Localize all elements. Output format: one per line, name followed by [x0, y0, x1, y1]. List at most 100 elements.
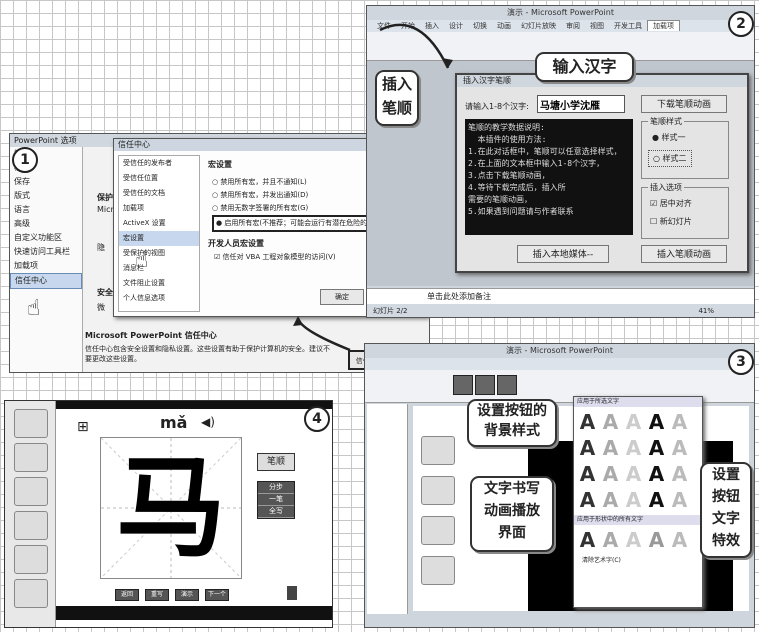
trust-nav-item[interactable]: 受保护的视图 [119, 246, 199, 261]
slide-button-3[interactable] [421, 516, 455, 545]
wordart-style-item[interactable]: A [600, 436, 621, 460]
ribbon-tab[interactable]: 切换 [468, 20, 492, 32]
trust-nav-item[interactable]: 个人信息选项 [119, 291, 199, 306]
trust-nav-item[interactable]: 宏设置 [119, 231, 199, 246]
ribbon-tab[interactable]: 审阅 [561, 20, 585, 32]
slide-button-2[interactable] [421, 476, 455, 505]
options-sidebar-item[interactable]: 保存 [10, 175, 82, 189]
trust-nav-item[interactable]: ActiveX 设置 [119, 216, 199, 231]
wordart-style-item[interactable]: A [577, 488, 598, 512]
ribbon-tab[interactable]: 加载项 [647, 20, 680, 31]
wordart-style-item[interactable]: A [646, 462, 667, 486]
label-protect: 保护 [97, 193, 113, 202]
wordart-style-item[interactable]: A [600, 410, 621, 434]
slide-count: 幻灯片 2/2 [373, 307, 408, 315]
wordart-style-item[interactable]: A [577, 528, 598, 552]
wordart-style-item[interactable]: A [577, 462, 598, 486]
wordart-style-item[interactable]: A [669, 462, 690, 486]
options-sidebar-item[interactable]: 快速访问工具栏 [10, 245, 82, 259]
anim-side-button-5[interactable] [14, 545, 48, 574]
speaker-icon[interactable]: ◀) [201, 415, 215, 429]
shape-style-1[interactable] [453, 375, 473, 395]
bottom-control-button[interactable]: 重写 [145, 589, 169, 601]
style2-radio[interactable]: ○ 样式二 [648, 150, 692, 167]
slide-button-1[interactable] [421, 436, 455, 465]
footer-title: Microsoft PowerPoint 信任中心 [85, 331, 217, 340]
hanzi-input[interactable] [537, 95, 625, 113]
wordart-style-item[interactable]: A [646, 488, 667, 512]
panel-button-style: 演示 - Microsoft PowerPoint 应用于所选文字 A A A A AA… [364, 343, 755, 628]
ribbon-tabs-3 [365, 358, 754, 370]
options-sidebar-item[interactable]: 自定义功能区 [10, 231, 82, 245]
wordart-style-item[interactable]: A [669, 410, 690, 434]
wordart-style-item[interactable]: A [600, 488, 621, 512]
options-sidebar: 常规校对保存版式语言高级自定义功能区快速访问工具栏加载项信任中心 [10, 147, 83, 372]
options-sidebar-item[interactable]: 语言 [10, 203, 82, 217]
wordart-style-item[interactable]: A [623, 410, 644, 434]
shape-style-2[interactable] [475, 375, 495, 395]
wordart-style-item[interactable]: A [646, 410, 667, 434]
notes-pane[interactable]: 单击此处添加备注 [367, 288, 754, 305]
wordart-style-item[interactable]: A [577, 410, 598, 434]
step-badge-4: 4 [304, 406, 330, 432]
wordart-style-item[interactable]: A [646, 528, 667, 552]
insert-stroke-anim-button[interactable]: 插入笔顺动画 [641, 245, 727, 263]
anim-side-button-1[interactable] [14, 409, 48, 438]
ribbon-tab[interactable]: 动画 [492, 20, 516, 32]
wordart-style-item[interactable]: A [623, 462, 644, 486]
wordart-style-item[interactable]: A [669, 528, 690, 552]
slide-thumbs [367, 404, 408, 614]
anim-side-button-2[interactable] [14, 443, 48, 472]
shape-style-3[interactable] [497, 375, 517, 395]
bottom-control-button[interactable]: 返回 [115, 589, 139, 601]
radio-label: 禁用所有宏，并且不通知(L) [220, 178, 307, 186]
bottom-control-button[interactable]: 演示 [175, 589, 199, 601]
wordart-style-item[interactable]: A [600, 528, 621, 552]
ribbon-tabs: 文件 开始 插入 设计 切换 动画 幻灯片放映 审阅 视图 开发工具 加载项 [367, 20, 754, 32]
ok-button[interactable]: 确定 [320, 289, 364, 305]
options-sidebar-item[interactable]: 信任中心 [10, 273, 82, 289]
mode-button[interactable]: 全写 [258, 506, 294, 518]
trust-nav-item[interactable]: 文件阻止设置 [119, 276, 199, 291]
wordart-style-item[interactable]: A [623, 436, 644, 460]
anim-side-button-3[interactable] [14, 477, 48, 506]
ribbon-tab[interactable]: 开发工具 [609, 20, 647, 32]
ribbon-tab[interactable]: 插入 [420, 20, 444, 32]
slide-button-4[interactable] [421, 556, 455, 585]
trash-icon[interactable] [287, 586, 297, 600]
ribbon-tab[interactable]: 文件 [372, 20, 396, 32]
options-sidebar-item[interactable]: 加载项 [10, 259, 82, 273]
wordart-style-item[interactable]: A [623, 488, 644, 512]
wordart-style-item[interactable]: A [669, 488, 690, 512]
mode-button[interactable]: 一笔 [258, 494, 294, 506]
ribbon-tab[interactable]: 设计 [444, 20, 468, 32]
bottom-control-button[interactable]: 下一个 [205, 589, 229, 601]
wordart-style-item[interactable]: A [669, 436, 690, 460]
vba-checkbox-label: 信任对 VBA 工程对象模型的访问(V) [222, 253, 336, 261]
ribbon-tab[interactable]: 视图 [585, 20, 609, 32]
ribbon-tab[interactable]: 幻灯片放映 [516, 20, 561, 32]
anim-side-button-6[interactable] [14, 579, 48, 608]
trust-nav-item[interactable]: 受信任的文档 [119, 186, 199, 201]
app-title-3: 演示 - Microsoft PowerPoint [365, 344, 754, 359]
style1-radio[interactable]: ● 样式一 [652, 132, 686, 143]
trust-nav-item[interactable]: 受信任的发布者 [119, 156, 199, 171]
ribbon-tab[interactable]: 开始 [396, 20, 420, 32]
trust-nav-item[interactable]: 受信任位置 [119, 171, 199, 186]
trust-nav-item[interactable]: 消息栏 [119, 261, 199, 276]
wordart-style-item[interactable]: A [623, 528, 644, 552]
newslide-checkbox[interactable]: ☐ 新幻灯片 [650, 216, 692, 227]
options-sidebar-item[interactable]: 高级 [10, 217, 82, 231]
clear-wordart[interactable]: 清除艺术字(C) [574, 555, 702, 564]
anim-side-button-4[interactable] [14, 511, 48, 540]
wordart-style-item[interactable]: A [577, 436, 598, 460]
wordart-style-item[interactable]: A [600, 462, 621, 486]
mode-button[interactable]: 分步 [258, 482, 294, 494]
insert-local-media-button[interactable]: 插入本地媒体-- [517, 245, 609, 263]
checkbox-icon[interactable]: ☑ [214, 253, 220, 261]
trust-nav-item[interactable]: 加载项 [119, 201, 199, 216]
wordart-style-item[interactable]: A [646, 436, 667, 460]
options-sidebar-item[interactable]: 版式 [10, 189, 82, 203]
download-stroke-button[interactable]: 下载笔顺动画 [641, 95, 727, 113]
center-checkbox[interactable]: ☑ 居中对齐 [650, 198, 692, 209]
